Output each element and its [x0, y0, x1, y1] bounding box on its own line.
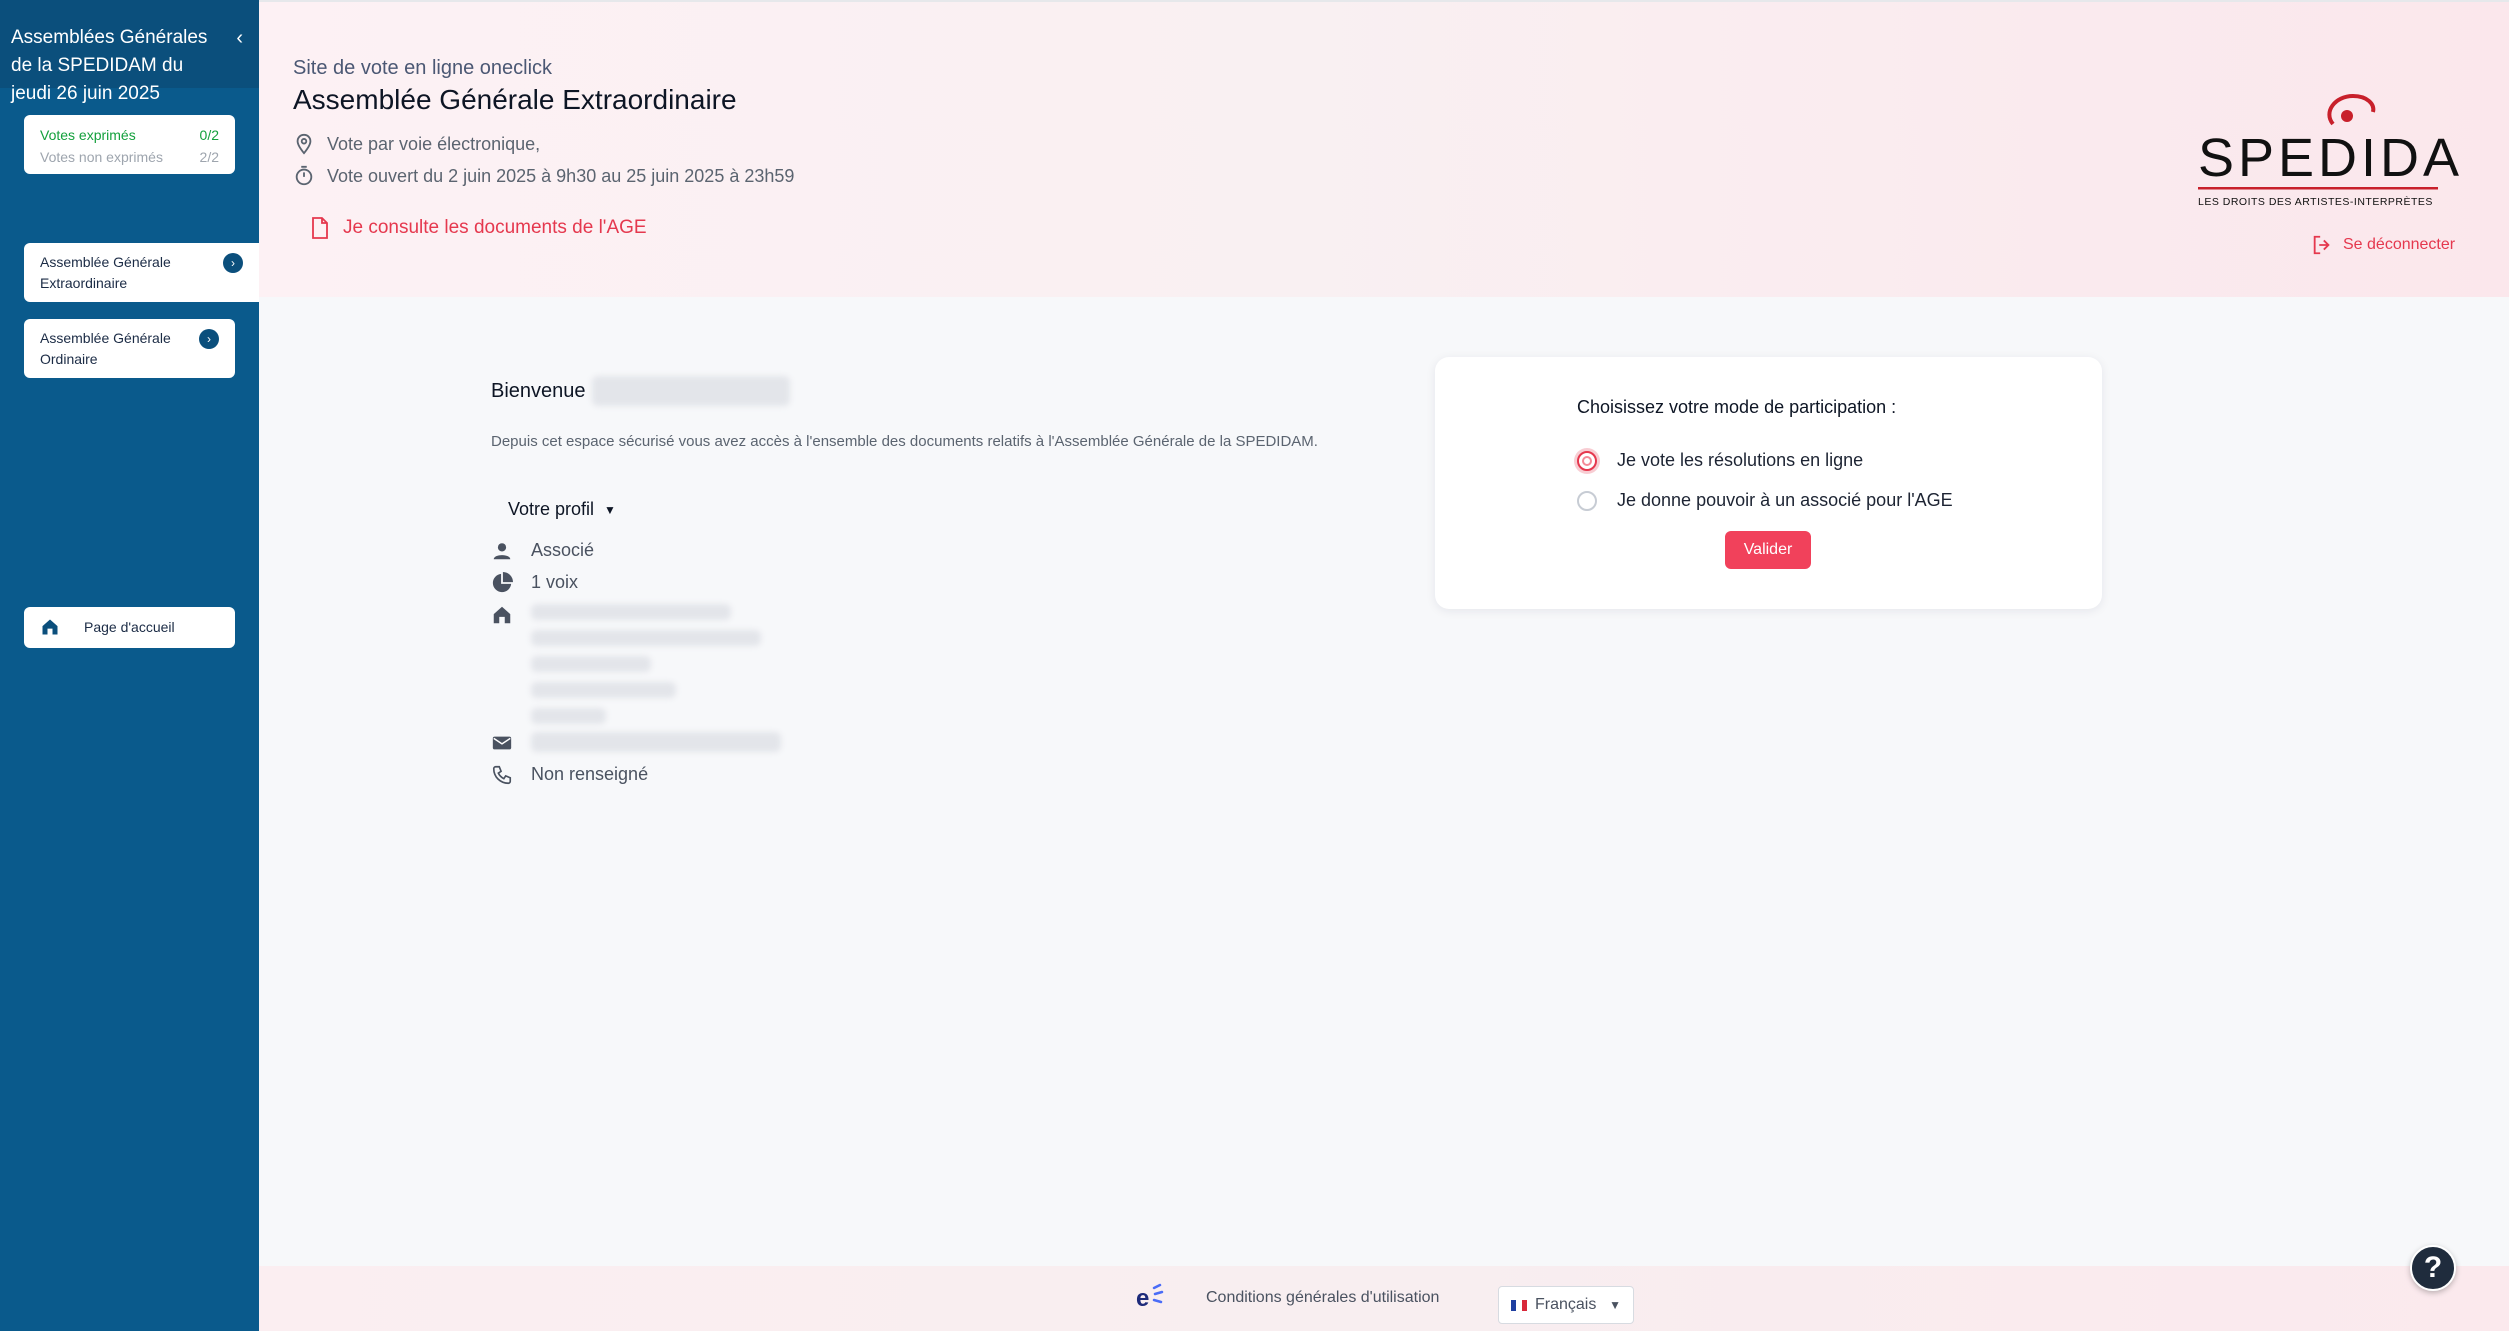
votes-cast-row: Votes exprimés 0/2	[40, 124, 219, 146]
profile-toggle-label: Votre profil	[508, 499, 595, 519]
sidebar-item-age[interactable]: Assemblée Générale Extraordinaire ›	[24, 243, 259, 302]
intro-text: Depuis cet espace sécurisé vous avez acc…	[491, 433, 1318, 450]
site-subtitle: Site de vote en ligne oneclick	[293, 57, 553, 79]
document-icon	[312, 217, 328, 239]
chevron-right-icon: ›	[199, 329, 219, 349]
votes-summary: Votes exprimés 0/2 Votes non exprimés 2/…	[24, 115, 235, 174]
redacted-line	[531, 604, 731, 620]
chevron-down-icon: ▼	[1609, 1298, 1621, 1312]
profile-address	[491, 604, 761, 724]
welcome-label: Bienvenue	[491, 379, 586, 402]
radio-vote-online[interactable]	[1577, 450, 1597, 471]
redacted-address	[531, 604, 761, 724]
redacted-line	[531, 656, 651, 672]
phone-icon	[492, 765, 512, 785]
votes-cast-label: Votes exprimés	[40, 127, 136, 143]
sidebar-item-label: Assemblée Générale Extraordinaire	[40, 253, 171, 291]
help-icon[interactable]: ?	[2410, 1245, 2456, 1291]
profile-votes: 1 voix	[491, 572, 578, 594]
redacted-line	[531, 708, 606, 724]
sidebar-item-home[interactable]: Page d'accueil	[24, 607, 235, 648]
language-label: Français	[1535, 1296, 1597, 1313]
sidebar-header: Assemblées Générales de la SPEDIDAM du j…	[0, 0, 259, 104]
redacted-line	[531, 682, 676, 698]
page-title: Assemblée Générale Extraordinaire	[293, 84, 737, 115]
chevron-right-icon: ›	[223, 253, 243, 273]
votes-cast-count: 0/2	[199, 127, 219, 143]
mail-icon	[492, 736, 512, 750]
welcome-heading: Bienvenue	[491, 376, 790, 406]
documents-link[interactable]: Je consulte les documents de l'AGE	[311, 217, 647, 239]
profile-phone-text: Non renseigné	[531, 764, 649, 784]
pie-chart-icon	[492, 572, 513, 593]
option-proxy[interactable]: Je donne pouvoir à un associé pour l'AGE	[1577, 490, 1953, 511]
profile-email	[491, 732, 781, 754]
option-label: Je donne pouvoir à un associé pour l'AGE	[1617, 490, 1953, 510]
sidebar-item-ago[interactable]: Assemblée Générale Ordinaire ›	[24, 319, 235, 378]
svg-text:SPEDIDAM: SPEDIDAM	[2198, 128, 2465, 188]
redacted-line	[531, 630, 761, 646]
timer-icon	[295, 165, 313, 186]
home-icon	[493, 606, 511, 624]
sidebar-item-label: Assemblée Générale Ordinaire	[40, 329, 171, 367]
home-icon	[42, 619, 58, 635]
french-flag-icon	[1511, 1299, 1527, 1311]
spedidam-logo: SPEDIDAM LES DROITS DES ARTISTES-INTERPR…	[2198, 93, 2465, 208]
sidebar: Assemblées Générales de la SPEDIDAM du j…	[0, 0, 259, 1331]
sidebar-item-label: Page d'accueil	[84, 619, 175, 635]
oneclick-logo-icon: e	[1136, 1283, 1164, 1312]
vote-location: Vote par voie électronique,	[293, 133, 540, 155]
participation-card: Choisissez votre mode de participation :…	[1435, 357, 2102, 609]
radio-proxy[interactable]	[1577, 490, 1597, 511]
validate-button[interactable]: Valider	[1725, 531, 1811, 569]
svg-text:LES DROITS DES ARTISTES-INTERP: LES DROITS DES ARTISTES-INTERPRÈTES	[2198, 195, 2433, 208]
sidebar-title: Assemblées Générales de la SPEDIDAM du j…	[11, 27, 208, 104]
chevron-down-icon: ▼	[604, 502, 616, 517]
documents-link-label: Je consulte les documents de l'AGE	[343, 217, 647, 238]
terms-link[interactable]: Conditions générales d'utilisation	[1206, 1289, 1439, 1307]
logout-label: Se déconnecter	[2343, 236, 2456, 253]
profile-phone: Non renseigné	[491, 764, 648, 786]
user-icon	[493, 543, 511, 560]
vote-schedule-text: Vote ouvert du 2 juin 2025 à 9h30 au 25 …	[327, 165, 795, 186]
votes-pending-label: Votes non exprimés	[40, 149, 163, 165]
collapse-sidebar-icon[interactable]: ‹	[236, 24, 243, 52]
profile-role-text: Associé	[531, 540, 595, 560]
votes-pending-count: 2/2	[199, 149, 219, 165]
participation-title: Choisissez votre mode de participation :	[1577, 397, 1897, 417]
language-select[interactable]: Français ▼	[1498, 1286, 1634, 1324]
logout-icon	[2313, 235, 2330, 255]
option-label: Je vote les résolutions en ligne	[1617, 450, 1864, 470]
votes-pending-row: Votes non exprimés 2/2	[40, 146, 219, 168]
svg-text:e: e	[1136, 1285, 1149, 1312]
profile-votes-text: 1 voix	[531, 572, 579, 592]
vote-schedule: Vote ouvert du 2 juin 2025 à 9h30 au 25 …	[293, 165, 794, 187]
footer: e Conditions générales d'utilisation Fra…	[259, 1266, 2509, 1331]
page-header: Site de vote en ligne oneclick Assemblée…	[259, 0, 2509, 297]
redacted-user-name	[591, 376, 790, 406]
profile-toggle[interactable]: Votre profil ▼	[508, 499, 616, 520]
profile-role: Associé	[491, 540, 594, 562]
redacted-email	[531, 732, 781, 752]
option-vote-online[interactable]: Je vote les résolutions en ligne	[1577, 450, 1863, 471]
location-pin-icon	[296, 133, 312, 155]
logout-link[interactable]: Se déconnecter	[2311, 234, 2455, 256]
vote-location-text: Vote par voie électronique,	[327, 133, 541, 154]
